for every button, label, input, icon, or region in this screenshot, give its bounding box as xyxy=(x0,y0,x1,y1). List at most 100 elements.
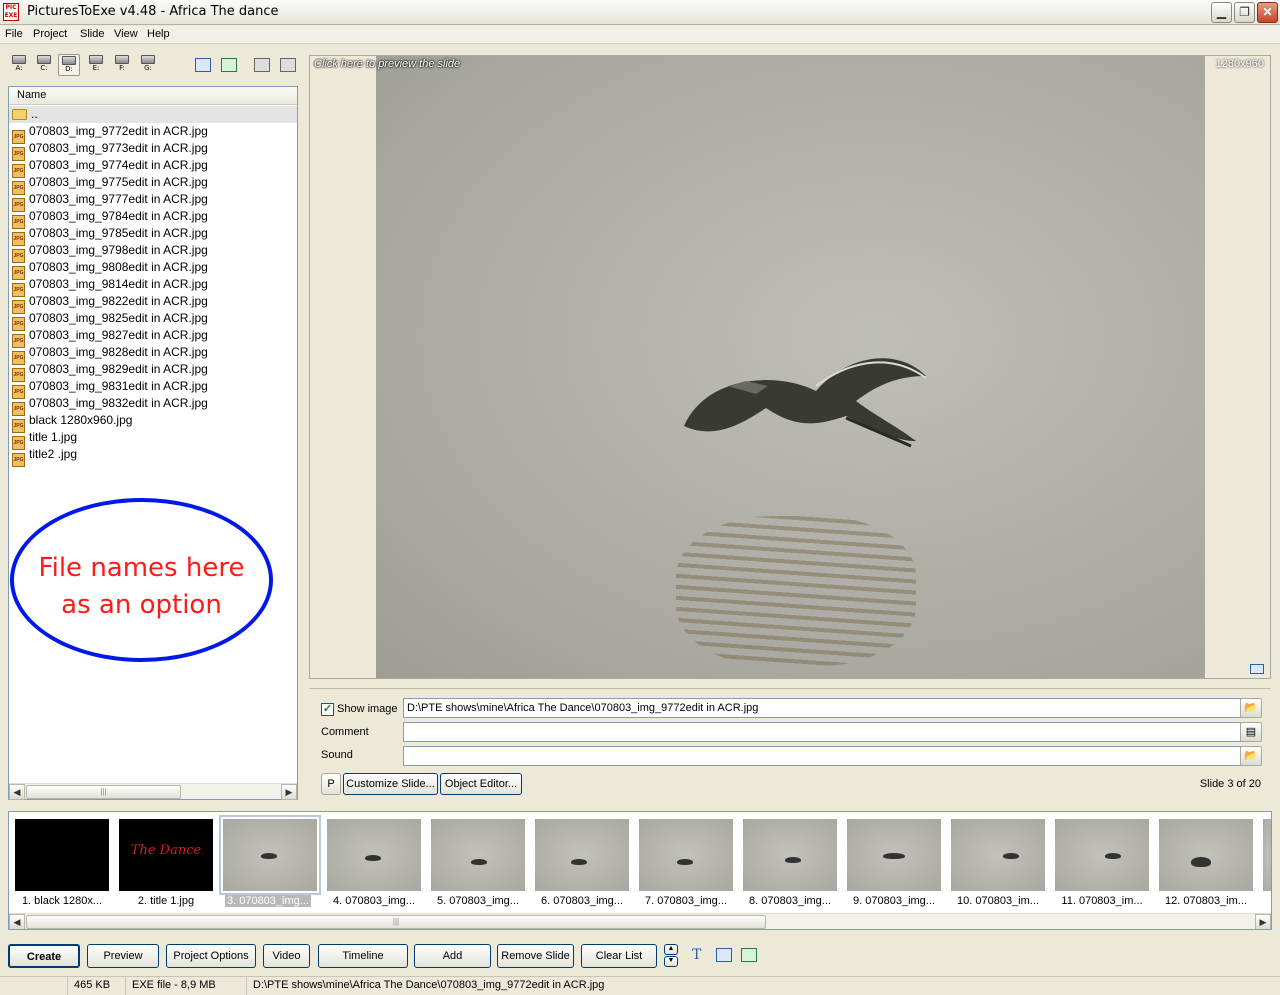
thumbnail-view-icon[interactable] xyxy=(221,58,237,72)
slide-thumbnail[interactable] xyxy=(847,819,941,891)
slide-thumbnail[interactable] xyxy=(327,819,421,891)
drive-f-button[interactable]: F: xyxy=(111,54,133,76)
file-item[interactable]: JPG 070803_img_9773edit in ACR.jpg xyxy=(9,140,297,161)
file-item[interactable]: JPG 070803_img_9827edit in ACR.jpg xyxy=(9,327,297,348)
slide-properties: ✓ Show image D:\PTE shows\mine\Africa Th… xyxy=(309,688,1271,800)
drive-d-button[interactable]: D: xyxy=(58,54,80,76)
slide-label: 9. 070803_img... xyxy=(853,895,935,907)
preview-button[interactable]: Preview xyxy=(87,944,159,968)
status-cell-empty xyxy=(0,977,68,995)
file-item[interactable]: JPG 070803_img_9798edit in ACR.jpg xyxy=(9,242,297,263)
file-item[interactable]: JPG 070803_img_9822edit in ACR.jpg xyxy=(9,293,297,314)
menu-view[interactable]: View xyxy=(114,28,138,40)
slide-preview[interactable]: Click here to preview the slide 1280x960 xyxy=(309,55,1271,679)
file-list-panel: Name .. JPG 070803_img_9772edit in ACR.jp… xyxy=(8,86,298,800)
file-item[interactable]: JPG 070803_img_9777edit in ACR.jpg xyxy=(9,191,297,212)
browse-image-button[interactable]: 📂 xyxy=(1240,698,1262,718)
file-item[interactable]: JPG 070803_img_9832edit in ACR.jpg xyxy=(9,395,297,416)
create-button[interactable]: Create xyxy=(8,944,80,968)
list-view-icon[interactable] xyxy=(716,948,732,962)
text-tool-icon[interactable]: T xyxy=(692,947,701,963)
file-item[interactable]: JPG 070803_img_9814edit in ACR.jpg xyxy=(9,276,297,297)
edit-comment-button[interactable]: ▤ xyxy=(1240,722,1262,742)
slide-label: 6. 070803_img... xyxy=(541,895,623,907)
timeline-button[interactable]: Timeline xyxy=(318,944,408,968)
heron-mini xyxy=(785,857,801,863)
minimize-button[interactable]: ▁ xyxy=(1211,2,1232,23)
file-item[interactable]: JPG 070803_img_9784edit in ACR.jpg xyxy=(9,208,297,229)
show-image-checkbox[interactable]: ✓ xyxy=(321,703,334,716)
object-editor-button[interactable]: Object Editor... xyxy=(440,773,522,795)
scroll-thumb[interactable]: ||| xyxy=(26,915,766,929)
slide-thumbnail[interactable] xyxy=(431,819,525,891)
maximize-button[interactable]: ❐ xyxy=(1234,2,1255,23)
fullscreen-icon[interactable] xyxy=(1250,664,1264,674)
drive-c-button[interactable]: C: xyxy=(33,54,55,76)
move-up-icon[interactable]: ▲ xyxy=(664,944,678,955)
project-options-button[interactable]: Project Options xyxy=(166,944,256,968)
slide-thumbnail-selected[interactable] xyxy=(219,815,321,895)
slide-label: 3. 070803_img... xyxy=(225,895,311,907)
file-item[interactable]: JPG title 1.jpg xyxy=(9,429,297,450)
image-path-field[interactable]: D:\PTE shows\mine\Africa The Dance\07080… xyxy=(403,698,1241,718)
remove-slide-button[interactable]: Remove Slide xyxy=(497,944,574,968)
status-exe-size: EXE file - 8,9 MB xyxy=(126,977,247,995)
slide-strip-scrollbar[interactable]: ◀ ||| ▶ xyxy=(9,913,1271,929)
scroll-thumb[interactable]: ||| xyxy=(26,785,181,799)
slide-thumbnail[interactable] xyxy=(15,819,109,891)
scroll-left-icon[interactable]: ◀ xyxy=(9,914,25,929)
file-item[interactable]: JPG 070803_img_9785edit in ACR.jpg xyxy=(9,225,297,246)
clear-list-button[interactable]: Clear List xyxy=(581,944,657,968)
customize-slide-button[interactable]: Customize Slide... xyxy=(343,773,438,795)
slide-thumbnail[interactable]: The Dance xyxy=(119,819,213,891)
menu-file[interactable]: File xyxy=(5,28,23,40)
menu-project[interactable]: Project xyxy=(33,28,67,40)
p-button[interactable]: P xyxy=(321,773,341,795)
menu-help[interactable]: Help xyxy=(147,28,170,40)
video-button[interactable]: Video xyxy=(263,944,310,968)
menu-slide[interactable]: Slide xyxy=(80,28,104,40)
browse-sound-button[interactable]: 📂 xyxy=(1240,746,1262,766)
heron-mini xyxy=(365,855,381,861)
slide-thumbnail[interactable] xyxy=(951,819,1045,891)
file-item[interactable]: JPG 070803_img_9829edit in ACR.jpg xyxy=(9,361,297,382)
app-icon[interactable]: PIC EXE xyxy=(3,3,19,21)
home-folder-icon[interactable] xyxy=(254,58,270,72)
column-header-name[interactable]: Name xyxy=(9,87,297,105)
file-list-scrollbar[interactable]: ◀ ||| ▶ xyxy=(9,783,297,800)
thumbnail-view-icon[interactable] xyxy=(741,948,757,962)
drive-a-button[interactable]: A: xyxy=(8,54,30,76)
scroll-right-icon[interactable]: ▶ xyxy=(1255,914,1271,929)
file-item[interactable]: JPG 070803_img_9831edit in ACR.jpg xyxy=(9,378,297,399)
slide-thumbnail[interactable] xyxy=(1055,819,1149,891)
sound-field[interactable] xyxy=(403,746,1241,766)
drive-g-button[interactable]: G: xyxy=(137,54,159,76)
file-item[interactable]: JPG 070803_img_9772edit in ACR.jpg xyxy=(9,123,297,144)
comment-field[interactable] xyxy=(403,722,1241,742)
slide-label: 1. black 1280x... xyxy=(21,895,103,907)
add-button[interactable]: Add xyxy=(414,944,491,968)
file-item[interactable]: JPG title2 .jpg xyxy=(9,446,297,467)
close-button[interactable]: ✕ xyxy=(1257,2,1278,23)
slide-thumbnail-partial[interactable] xyxy=(1263,819,1271,891)
file-item[interactable]: JPG 070803_img_9808edit in ACR.jpg xyxy=(9,259,297,280)
drive-e-button[interactable]: E: xyxy=(85,54,107,76)
status-bar: 465 KB EXE file - 8,9 MB D:\PTE shows\mi… xyxy=(0,976,1280,995)
file-item[interactable]: JPG 070803_img_9775edit in ACR.jpg xyxy=(9,174,297,195)
move-down-icon[interactable]: ▼ xyxy=(664,956,678,967)
scroll-left-icon[interactable]: ◀ xyxy=(9,784,25,800)
file-item[interactable]: JPG 070803_img_9774edit in ACR.jpg xyxy=(9,157,297,178)
scroll-right-icon[interactable]: ▶ xyxy=(281,784,297,800)
slide-thumbnail[interactable] xyxy=(1159,819,1253,891)
list-view-icon[interactable] xyxy=(195,58,211,72)
up-folder-icon[interactable] xyxy=(280,58,296,72)
slide-thumbnail[interactable] xyxy=(743,819,837,891)
slide-thumbnail[interactable] xyxy=(639,819,733,891)
file-item[interactable]: JPG black 1280x960.jpg xyxy=(9,412,297,433)
slide-label: 10. 070803_im... xyxy=(957,895,1039,907)
parent-folder-item[interactable]: .. xyxy=(9,106,297,123)
file-item[interactable]: JPG 070803_img_9828edit in ACR.jpg xyxy=(9,344,297,365)
drive-icon xyxy=(37,55,51,64)
file-item[interactable]: JPG 070803_img_9825edit in ACR.jpg xyxy=(9,310,297,331)
slide-thumbnail[interactable] xyxy=(535,819,629,891)
